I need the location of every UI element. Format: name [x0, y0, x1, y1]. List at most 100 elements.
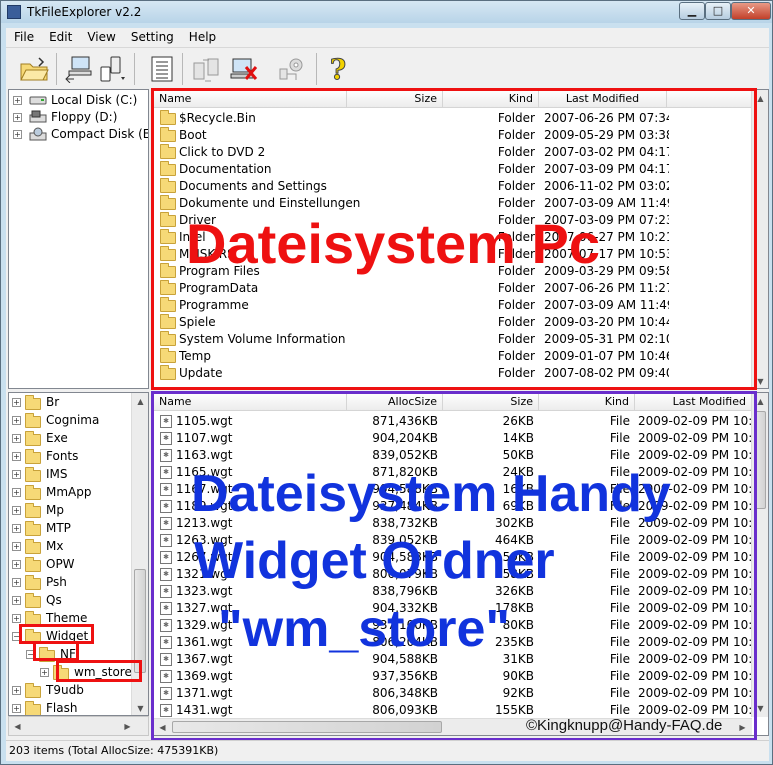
column-header-size[interactable]: Size [443, 393, 539, 411]
list-item[interactable]: Driver Folder 2007-03-09 PM 07:23 [154, 212, 768, 229]
tree-item-mtp[interactable]: + MTP [9, 520, 133, 537]
expand-toggle[interactable]: − [26, 650, 35, 659]
column-header-kind[interactable]: Kind [539, 393, 635, 411]
list-item[interactable]: ✱ 1263.wgt 839,052KB 464KB File 2009-02-09 PM… [154, 532, 768, 549]
tree-item-t9udb[interactable]: + T9udb [9, 682, 133, 699]
tree-item-floppy[interactable]: + Floppy (D:) [13, 109, 148, 126]
list-item[interactable]: ✱ 1107.wgt 904,204KB 14KB File 2009-02-09 PM … [154, 430, 768, 447]
expand-toggle[interactable]: + [40, 668, 49, 677]
list-item[interactable]: ✱ 1369.wgt 937,356KB 90KB File 2009-02-09 PM … [154, 668, 768, 685]
list-item[interactable]: ✱ 1371.wgt 806,348KB 92KB File 2009-02-09 PM … [154, 685, 768, 702]
scroll-thumb[interactable] [754, 411, 766, 509]
expand-toggle[interactable]: + [12, 434, 21, 443]
list-item[interactable]: ✱ 1323.wgt 838,796KB 326KB File 2009-02-09 PM… [154, 583, 768, 600]
expand-toggle[interactable]: + [12, 704, 21, 713]
connect-pc-button[interactable] [62, 54, 94, 84]
list-item[interactable]: Programme Folder 2007-03-09 AM 11:49 [154, 297, 768, 314]
tree-item-mmapp[interactable]: + MmApp [9, 484, 133, 501]
expand-toggle[interactable]: + [13, 113, 22, 122]
scroll-up-arrow[interactable]: ▲ [132, 393, 148, 410]
list-item[interactable]: Dokumente und Einstellungen Folder 2007-03… [154, 195, 768, 212]
open-folder-button[interactable] [18, 54, 50, 84]
list-item[interactable]: Documentation Folder 2007-03-09 PM 04:17 [154, 161, 768, 178]
properties-button[interactable] [146, 54, 178, 84]
tree-item-fonts[interactable]: + Fonts [9, 448, 133, 465]
expand-toggle[interactable]: + [12, 506, 21, 515]
expand-toggle[interactable]: + [12, 686, 21, 695]
expand-toggle[interactable]: + [12, 542, 21, 551]
column-header-size[interactable]: Size [347, 90, 443, 108]
column-header-name[interactable]: Name [154, 393, 347, 411]
menu-edit[interactable]: Edit [41, 28, 79, 44]
close-button[interactable]: ✕ [731, 2, 771, 20]
list-item[interactable]: Documents and Settings Folder 2006-11-02 P… [154, 178, 768, 195]
expand-toggle[interactable]: + [12, 416, 21, 425]
expand-toggle[interactable]: + [12, 488, 21, 497]
expand-toggle[interactable]: + [12, 524, 21, 533]
tree-item-br[interactable]: + Br [9, 394, 133, 411]
scroll-thumb[interactable] [134, 569, 146, 673]
list-item[interactable]: ✱ 1361.wgt 806,204KB 235KB File 2009-02-09 PM… [154, 634, 768, 651]
list-item[interactable]: Update Folder 2007-08-02 PM 09:40 [154, 365, 768, 382]
tree-item-widget[interactable]: − Widget [9, 628, 133, 645]
list-item[interactable]: System Volume Information Folder 2009-05-3… [154, 331, 768, 348]
maximize-button[interactable]: □ [705, 2, 731, 20]
help-button[interactable]: ? [322, 52, 354, 86]
drive-tree[interactable]: + Local Disk (C:) + Floppy (D:) + Compac… [8, 89, 149, 389]
phone-list-scrollbar[interactable]: ▲ ▼ [751, 393, 768, 717]
menu-view[interactable]: View [79, 28, 122, 44]
pc-file-list[interactable]: Name Size Kind Last Modified $Recycle.Bi… [153, 89, 769, 389]
scroll-down-arrow[interactable]: ▼ [752, 373, 768, 388]
scroll-left-arrow[interactable]: ◀ [154, 719, 171, 735]
pc-list-scrollbar[interactable]: ▲ ▼ [751, 90, 768, 388]
disconnect-button[interactable] [228, 54, 260, 84]
phone-tree-scrollbar[interactable]: ▲ ▼ [131, 393, 148, 715]
menu-file[interactable]: File [6, 28, 41, 44]
expand-toggle[interactable]: + [12, 470, 21, 479]
scroll-up-arrow[interactable]: ▲ [752, 393, 768, 410]
expand-toggle[interactable]: + [12, 578, 21, 587]
tree-item-psh[interactable]: + Psh [9, 574, 133, 591]
expand-toggle[interactable]: + [13, 96, 22, 105]
list-item[interactable]: ✱ 1267.wgt 904,588KB 59KB File 2009-02-09 PM … [154, 549, 768, 566]
list-item[interactable]: Intel Folder 2007-06-27 PM 10:21 [154, 229, 768, 246]
tree-item-mx[interactable]: + Mx [9, 538, 133, 555]
expand-toggle[interactable]: + [13, 130, 22, 139]
tree-item-ims[interactable]: + IMS [9, 466, 133, 483]
expand-toggle[interactable]: + [12, 614, 21, 623]
list-item[interactable]: ✱ 1329.wgt 937,100KB 80KB File 2009-02-09 PM … [154, 617, 768, 634]
tree-item-theme[interactable]: + Theme [9, 610, 133, 627]
list-item[interactable]: ✱ 1165.wgt 871,820KB 24KB File 2009-02-09 PM … [154, 464, 768, 481]
title-bar[interactable]: TkFileExplorer v2.2 ▁ □ ✕ [1, 1, 772, 23]
list-item[interactable]: ✱ 1321.wgt 806,079KB 58KB File 2009-02-09 PM … [154, 566, 768, 583]
list-item[interactable]: ProgramData Folder 2007-06-26 PM 11:27 [154, 280, 768, 297]
expand-toggle[interactable]: + [12, 398, 21, 407]
list-item[interactable]: ✱ 1367.wgt 904,588KB 31KB File 2009-02-09 PM … [154, 651, 768, 668]
list-item[interactable]: Spiele Folder 2009-03-20 PM 10:44 [154, 314, 768, 331]
column-header-last-modified[interactable]: Last Modified [539, 90, 667, 108]
tree-item-local-disk[interactable]: + Local Disk (C:) [13, 92, 148, 109]
list-item[interactable]: ✱ 1189.wgt 937,484KB 69KB File 2009-02-09 PM … [154, 498, 768, 515]
list-item[interactable]: ✱ 1213.wgt 838,732KB 302KB File 2009-02-09 PM… [154, 515, 768, 532]
phone-tree-hscrollbar[interactable]: ◀ ▶ [8, 716, 149, 736]
sync-button[interactable] [190, 54, 222, 84]
expand-toggle[interactable]: + [12, 452, 21, 461]
minimize-button[interactable]: ▁ [679, 2, 705, 20]
list-item[interactable]: MMSKIRS Folder 2007-07-17 PM 10:53 [154, 246, 768, 263]
scroll-right-arrow[interactable]: ▶ [119, 718, 136, 735]
list-item[interactable]: $Recycle.Bin Folder 2007-06-26 PM 07:34 [154, 110, 768, 127]
list-item[interactable]: ✱ 1105.wgt 871,436KB 26KB File 2009-02-09 PM … [154, 413, 768, 430]
scroll-up-arrow[interactable]: ▲ [752, 90, 768, 107]
phone-file-list[interactable]: Name AllocSize Size Kind Last Modified ✱… [153, 392, 769, 736]
tree-item-opw[interactable]: + OPW [9, 556, 133, 573]
tree-item-compact-disk[interactable]: + Compact Disk (E:) [13, 126, 148, 143]
menu-help[interactable]: Help [181, 28, 223, 44]
list-item[interactable]: ✱ 1163.wgt 839,052KB 50KB File 2009-02-09 PM … [154, 447, 768, 464]
scroll-right-arrow[interactable]: ▶ [734, 719, 751, 735]
list-item[interactable]: ✱ 1167.wgt 904,588KB 16KB File 2009-02-09 PM … [154, 481, 768, 498]
menu-setting[interactable]: Setting [123, 28, 181, 44]
list-item[interactable]: Click to DVD 2 Folder 2007-03-02 PM 04:17 [154, 144, 768, 161]
column-header-kind[interactable]: Kind [443, 90, 539, 108]
scroll-down-arrow[interactable]: ▼ [132, 700, 148, 715]
phone-folder-tree[interactable]: + Br + Cognima + Exe + Fonts + IMS + MmApp + Mp + MTP + M… [8, 392, 149, 716]
